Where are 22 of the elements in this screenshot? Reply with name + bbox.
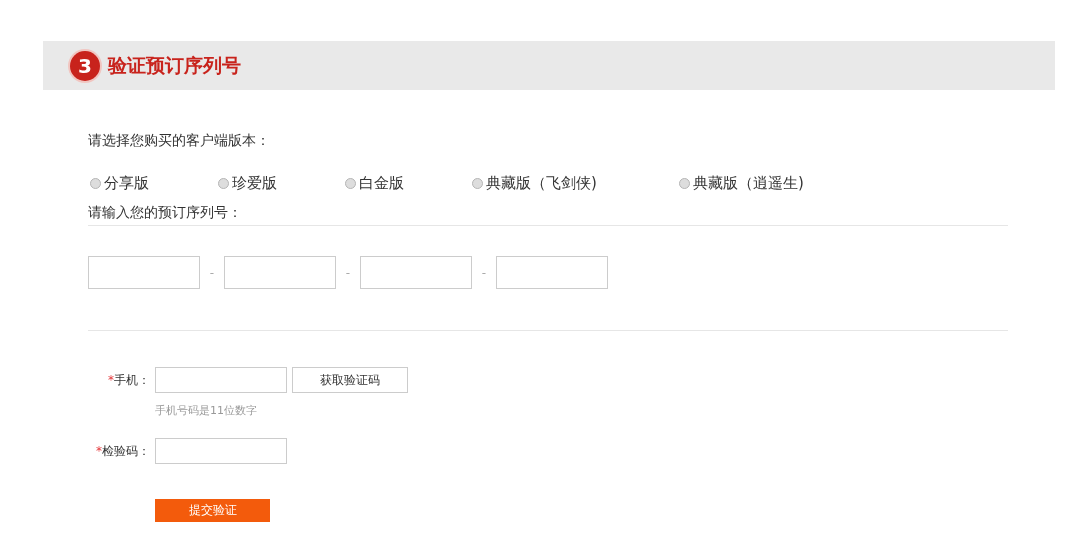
serial-input-field[interactable]: [224, 256, 336, 289]
serial-input-field[interactable]: [88, 256, 200, 289]
phone-label: *手机：: [107, 371, 150, 389]
phone-input-field[interactable]: [155, 367, 287, 393]
edition-radio[interactable]: 典藏版（逍遥生): [677, 173, 827, 193]
edition-radio[interactable]: 典藏版（飞剑侠): [470, 173, 677, 193]
edition-radio[interactable]: 珍爱版: [216, 173, 343, 193]
serial-separator: -: [208, 265, 216, 280]
get-code-button[interactable]: 获取验证码: [292, 367, 408, 393]
serial-separator: -: [480, 265, 488, 280]
serial-input-field[interactable]: [496, 256, 608, 289]
code-label: *检验码：: [95, 442, 150, 460]
code-input-field[interactable]: [155, 438, 287, 464]
serial-input-field[interactable]: [360, 256, 472, 289]
serial-separator: -: [344, 265, 352, 280]
phone-hint: 手机号码是11位数字: [155, 403, 258, 418]
step-number-badge: 3: [70, 50, 100, 81]
edition-radio[interactable]: 白金版: [343, 173, 470, 193]
edition-radio[interactable]: 分享版: [88, 173, 216, 193]
section-title: 验证预订序列号: [108, 52, 241, 78]
serial-label: 请输入您的预订序列号：: [88, 204, 1008, 226]
edition-label: 请选择您购买的客户端版本：: [88, 132, 271, 150]
